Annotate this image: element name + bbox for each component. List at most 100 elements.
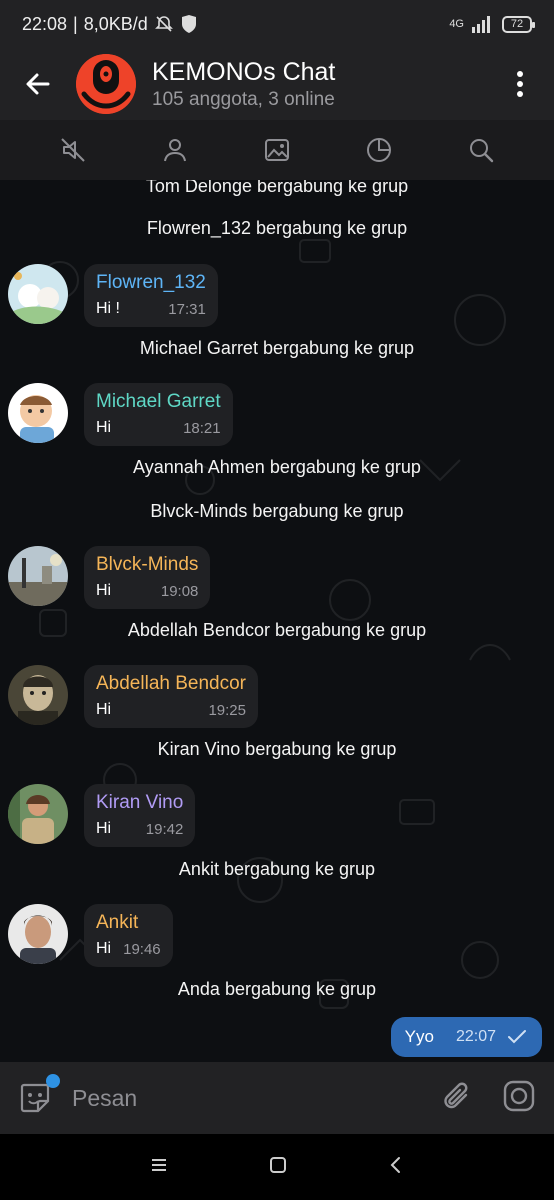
sticker-icon — [20, 1083, 50, 1113]
message-input-bar: Pesan — [0, 1062, 554, 1134]
group-avatar[interactable] — [76, 54, 136, 114]
avatar[interactable] — [8, 904, 68, 964]
message-row: Kiran Vino Hi 19:42 — [8, 784, 196, 847]
message-row: Ankit Hi 19:46 — [8, 904, 173, 967]
message-text: Yyo — [404, 1027, 434, 1046]
group-logo-icon — [76, 54, 136, 114]
sender-name[interactable]: Kiran Vino — [96, 792, 183, 814]
avatar[interactable] — [8, 784, 68, 844]
sender-name[interactable]: Blvck-Minds — [96, 554, 198, 576]
net-speed: 8,0KB/d — [83, 13, 148, 34]
avatar-photo-icon — [8, 904, 68, 964]
menu-icon — [152, 1158, 167, 1171]
message-bubble[interactable]: Flowren_132 Hi ! 17:31 — [84, 264, 218, 327]
chat-subtitle: 105 anggota, 3 online — [152, 89, 335, 110]
sender-name[interactable]: Ankit — [96, 912, 161, 934]
avatar-photo-icon — [8, 546, 68, 606]
back-button[interactable] — [0, 70, 76, 98]
message-time: 19:46 — [123, 941, 161, 958]
paperclip-icon — [444, 1082, 468, 1108]
sticker-button[interactable] — [18, 1074, 60, 1118]
message-text: Hi — [96, 419, 112, 436]
message-bubble[interactable]: Blvck-Minds Hi 19:08 — [84, 546, 211, 609]
system-message: Flowren_132 bergabung ke grup — [146, 218, 408, 238]
message-row: Michael Garret Hi 18:21 — [8, 383, 233, 446]
message-text: Hi — [96, 940, 112, 957]
camera-button[interactable] — [502, 1079, 536, 1118]
avatar[interactable] — [8, 665, 68, 725]
back-nav-button[interactable] — [388, 1156, 404, 1179]
media-icon — [265, 139, 289, 161]
chat-header: KEMONOs Chat 105 anggota, 3 online — [0, 48, 554, 120]
message-text: Hi — [96, 582, 112, 599]
message-input[interactable]: Pesan — [72, 1085, 442, 1112]
avatar-cartoon-icon — [8, 383, 68, 443]
message-bubble[interactable]: Michael Garret Hi 18:21 — [84, 383, 233, 446]
system-message: Michael Garret bergabung ke grup — [139, 338, 415, 358]
message-row: Blvck-Minds Hi 19:08 — [8, 546, 211, 609]
message-bubble[interactable]: Abdellah Bendcor Hi 19:25 — [84, 665, 258, 728]
network-type: 4G — [449, 18, 464, 30]
system-message: Ankit bergabung ke grup — [178, 859, 376, 879]
message-list[interactable]: Tom Delonge bergabung ke grup Flowren_13… — [0, 180, 554, 1062]
avatar-photo-icon — [8, 784, 68, 844]
clock: 22:08 — [22, 13, 68, 34]
chevron-left-icon — [390, 1156, 400, 1173]
chat-action-bar — [0, 120, 554, 180]
home-button[interactable] — [269, 1156, 287, 1179]
system-message: Ayannah Ahmen bergabung ke grup — [133, 457, 421, 477]
signal-icon — [472, 16, 490, 33]
system-message: Kiran Vino bergabung ke grup — [157, 739, 397, 759]
avatar[interactable] — [8, 264, 68, 324]
check-icon — [508, 1030, 526, 1044]
chat-title: KEMONOs Chat — [152, 58, 336, 86]
members-button[interactable] — [150, 136, 200, 164]
mute-icon — [61, 138, 85, 162]
camera-icon — [503, 1080, 535, 1111]
home-square-icon — [269, 1156, 286, 1173]
shield-icon — [181, 15, 196, 33]
message-text: Hi — [96, 701, 112, 718]
avatar-portrait-icon — [8, 665, 68, 725]
avatar-moomin-icon — [8, 264, 68, 324]
message-row: Flowren_132 Hi ! 17:31 — [8, 264, 218, 327]
more-menu-button[interactable] — [486, 71, 554, 97]
avatar[interactable] — [8, 546, 68, 606]
system-message: Blvck-Minds bergabung ke grup — [150, 501, 404, 521]
attach-button[interactable] — [442, 1079, 474, 1118]
notification-dot — [46, 1074, 60, 1088]
outgoing-message-bubble[interactable]: Yyo 22:07 — [390, 1017, 542, 1057]
mute-bell-icon — [154, 16, 173, 32]
message-time: 17:31 — [168, 301, 206, 318]
message-time: 18:21 — [183, 420, 221, 437]
message-time: 22:07 — [455, 1028, 496, 1045]
system-nav-bar — [0, 1134, 554, 1200]
search-icon — [470, 139, 494, 163]
members-icon — [164, 139, 186, 162]
sender-name[interactable]: Michael Garret — [96, 391, 221, 413]
recents-button[interactable] — [150, 1157, 168, 1178]
more-vertical-icon — [517, 71, 523, 97]
system-message: Anda bergabung ke grup — [177, 979, 377, 999]
message-row: Abdellah Bendcor Hi 19:25 — [8, 665, 258, 728]
sender-name[interactable]: Flowren_132 — [96, 272, 206, 294]
message-time: 19:25 — [208, 702, 246, 719]
message-text: Hi ! — [96, 300, 120, 317]
avatar[interactable] — [8, 383, 68, 443]
system-message: Tom Delonge bergabung ke grup — [145, 180, 409, 196]
mute-button[interactable] — [48, 136, 98, 164]
search-button[interactable] — [456, 136, 506, 164]
chat-title-area[interactable]: KEMONOs Chat 105 anggota, 3 online — [152, 57, 486, 111]
stats-button[interactable] — [354, 136, 404, 164]
message-time: 19:08 — [160, 583, 199, 600]
pie-icon — [367, 138, 391, 162]
arrow-left-icon — [26, 73, 50, 95]
message-bubble[interactable]: Kiran Vino Hi 19:42 — [84, 784, 196, 847]
sender-name[interactable]: Abdellah Bendcor — [96, 673, 246, 695]
battery-icon: 72 — [502, 15, 535, 33]
message-bubble[interactable]: Ankit Hi 19:46 — [84, 904, 173, 967]
media-button[interactable] — [252, 136, 302, 164]
status-bar: 22:08 | 8,0KB/d 4G 72 — [0, 0, 554, 48]
message-text: Hi — [96, 820, 112, 837]
message-time: 19:42 — [145, 821, 184, 838]
